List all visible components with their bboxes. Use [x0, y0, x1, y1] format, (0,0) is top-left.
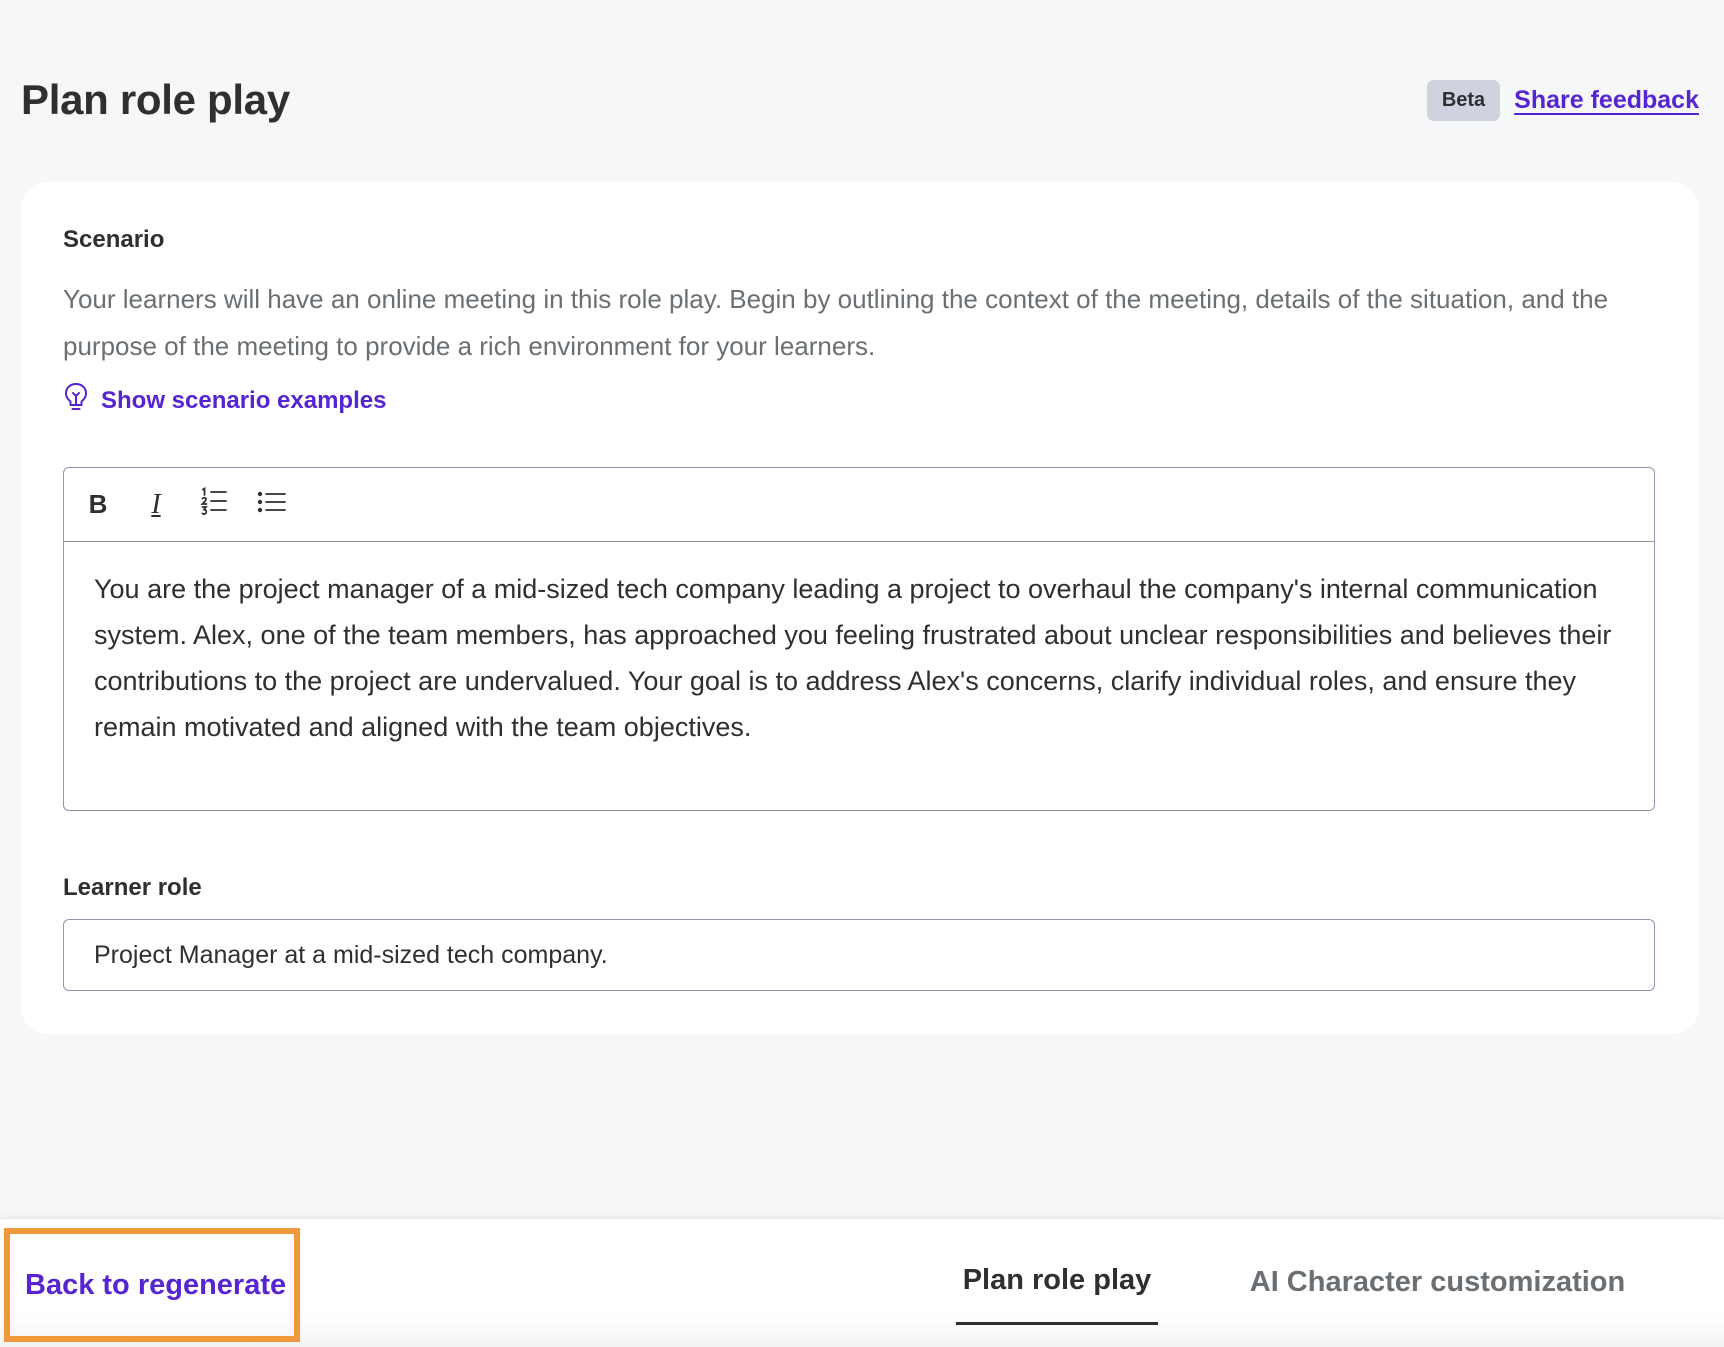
page-title: Plan role play [21, 76, 290, 123]
page-header: Plan role play Beta Share feedback [21, 70, 1699, 130]
bold-button[interactable]: B [78, 485, 118, 525]
scenario-label: Scenario [63, 226, 165, 253]
learner-role-label: Learner role [63, 874, 202, 901]
show-scenario-examples-link[interactable]: Show scenario examples [63, 382, 386, 419]
step-ai-character-customization[interactable]: AI Character customization [1245, 1239, 1630, 1325]
scenario-description: Your learners will have an online meetin… [63, 284, 1609, 361]
beta-badge: Beta [1426, 79, 1501, 121]
show-scenario-examples-label: Show scenario examples [101, 386, 387, 414]
footer-bar: Back to regenerate Plan role play AI Cha… [0, 1218, 1724, 1347]
scenario-text[interactable]: You are the project manager of a mid-siz… [64, 542, 1654, 774]
italic-button[interactable]: I [136, 485, 176, 525]
step-plan-role-play[interactable]: Plan role play [956, 1239, 1158, 1325]
ordered-list-button[interactable] [194, 485, 234, 525]
ordered-list-icon [199, 486, 229, 522]
plan-card: Scenario Your learners will have an onli… [21, 182, 1699, 1034]
learner-role-input[interactable]: Project Manager at a mid-sized tech comp… [63, 919, 1655, 991]
share-feedback-link[interactable]: Share feedback [1514, 86, 1699, 115]
bullet-list-icon [257, 490, 287, 519]
header-actions: Beta Share feedback [1426, 79, 1699, 121]
back-to-regenerate-link[interactable]: Back to regenerate [4, 1228, 300, 1342]
editor-toolbar: B I [64, 468, 1654, 542]
lightbulb-icon [63, 382, 89, 419]
bullet-list-button[interactable] [252, 485, 292, 525]
scenario-editor[interactable]: B I You are the project manager of a mid… [63, 467, 1655, 811]
